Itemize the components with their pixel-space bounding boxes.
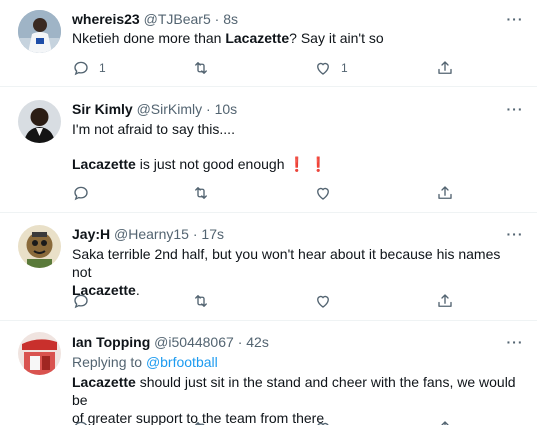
tweet-text-bold: Lacazette: [72, 374, 136, 390]
share-button[interactable]: [436, 58, 454, 78]
share-button[interactable]: [436, 418, 454, 425]
avatar[interactable]: [18, 225, 61, 268]
reply-icon: [74, 61, 88, 76]
tweet[interactable]: Ian Topping @i50448067 · 42s ··· Replyin…: [0, 321, 537, 425]
separator: ·: [206, 101, 211, 117]
retweet-icon: [195, 62, 207, 74]
user-handle[interactable]: @TJBear5: [144, 11, 211, 27]
tweet-actions: [72, 291, 467, 311]
display-name[interactable]: Jay:H: [72, 226, 110, 242]
avatar[interactable]: [18, 332, 61, 375]
tweet-text: I'm not afraid to say this....: [72, 120, 519, 138]
timestamp[interactable]: 8s: [223, 11, 238, 27]
tweet-text-line: Saka terrible 2nd half, but you won't he…: [72, 246, 501, 280]
replying-label: Replying to: [72, 354, 146, 370]
retweet-button[interactable]: [192, 418, 210, 425]
tweet[interactable]: whereis23 @TJBear5 · 8s ··· Nketieh done…: [0, 0, 537, 87]
timestamp[interactable]: 17s: [201, 226, 224, 242]
user-handle[interactable]: @SirKimly: [137, 101, 203, 117]
reply-icon: [74, 186, 88, 201]
heart-icon: [317, 422, 329, 425]
display-name[interactable]: Sir Kimly: [72, 101, 133, 117]
share-icon: [438, 61, 452, 74]
like-button[interactable]: 1: [314, 58, 348, 78]
tweet-text: Nketieh done more than Lacazette? Say it…: [72, 29, 519, 47]
heart-icon: [317, 295, 329, 308]
tweet-header: Sir Kimly @SirKimly · 10s: [72, 100, 237, 118]
more-options-icon[interactable]: ···: [506, 335, 524, 355]
tweet-text-part: is just not good enough: [135, 156, 289, 172]
tweet-actions: [72, 183, 467, 203]
display-name[interactable]: whereis23: [72, 11, 140, 27]
tweet-text-part: should just sit in the stand and cheer w…: [72, 374, 516, 408]
retweet-icon: [195, 187, 207, 199]
like-count: 1: [341, 61, 348, 75]
timestamp[interactable]: 10s: [215, 101, 238, 117]
reply-icon: [74, 421, 88, 425]
reply-button[interactable]: [72, 418, 90, 425]
retweet-button[interactable]: [192, 58, 210, 78]
reply-button[interactable]: 1: [72, 58, 106, 78]
share-button[interactable]: [436, 291, 454, 311]
tweet-header: whereis23 @TJBear5 · 8s: [72, 10, 238, 28]
tweet-header: Ian Topping @i50448067 · 42s: [72, 333, 269, 351]
display-name[interactable]: Ian Topping: [72, 334, 150, 350]
tweet-text-bold: Lacazette: [225, 30, 290, 46]
tweet-text-part: Nketieh done more than: [72, 30, 226, 46]
reply-button[interactable]: [72, 183, 90, 203]
share-icon: [438, 186, 452, 199]
separator: ·: [214, 11, 220, 27]
tweet-text-part: ? Say it ain't so: [289, 30, 384, 46]
reply-icon: [74, 294, 88, 309]
exclamation-emoji: ❗ ❗: [288, 156, 328, 172]
retweet-icon: [195, 295, 207, 307]
tweet-text-bold: Lacazette: [72, 156, 136, 172]
retweet-button[interactable]: [192, 183, 210, 203]
heart-icon: [317, 62, 329, 75]
reply-count: 1: [99, 61, 106, 75]
separator: ·: [237, 334, 243, 350]
separator: ·: [192, 226, 198, 242]
like-button[interactable]: [314, 418, 332, 425]
avatar[interactable]: [18, 100, 61, 143]
timestamp[interactable]: 42s: [246, 334, 269, 350]
tweet[interactable]: Jay:H @Hearny15 · 17s ··· Saka terrible …: [0, 213, 537, 321]
replying-to: Replying to @brfootball: [72, 353, 218, 371]
share-icon: [441, 421, 449, 425]
tweet-header: Jay:H @Hearny15 · 17s: [72, 225, 224, 243]
retweet-icon: [195, 422, 205, 425]
tweet-text: Lacazette is just not good enough ❗ ❗: [72, 155, 519, 173]
tweet-actions: [72, 418, 467, 425]
share-icon: [438, 294, 452, 307]
tweet-actions: 1 1: [72, 58, 467, 78]
reply-button[interactable]: [72, 291, 90, 311]
tweet-text-line: Lacazette should just sit in the stand a…: [72, 373, 519, 409]
like-button[interactable]: [314, 183, 332, 203]
like-button[interactable]: [314, 291, 332, 311]
user-handle[interactable]: @i50448067: [154, 334, 234, 350]
user-handle[interactable]: @Hearny15: [114, 226, 189, 242]
heart-icon: [317, 187, 329, 200]
tweet-text-line: I'm not afraid to say this....: [72, 121, 235, 137]
retweet-button[interactable]: [192, 291, 210, 311]
share-button[interactable]: [436, 183, 454, 203]
avatar[interactable]: [18, 10, 61, 53]
replying-handle-link[interactable]: @brfootball: [146, 354, 218, 370]
tweet[interactable]: Sir Kimly @SirKimly · 10s ··· I'm not af…: [0, 87, 537, 213]
